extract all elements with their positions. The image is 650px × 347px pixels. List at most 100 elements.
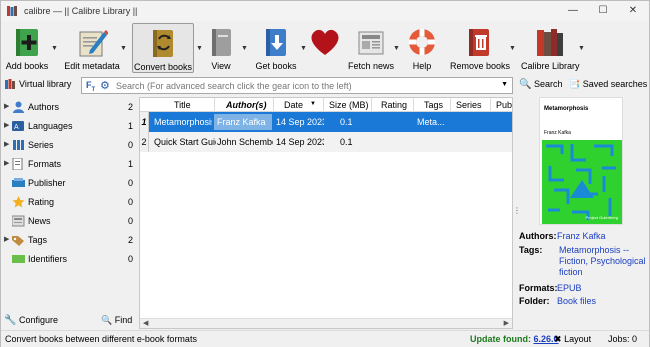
tag-browser-item-rating[interactable]: Rating 0 — [1, 194, 137, 212]
tag-browser-item-news[interactable]: News 0 — [1, 213, 137, 231]
cell-size[interactable]: 0.1 — [340, 137, 370, 147]
remove-books-button[interactable]: Remove books — [450, 23, 510, 73]
edit-metadata-button[interactable]: Edit metadata — [63, 23, 121, 73]
convert-books-icon — [153, 30, 173, 57]
column-header-series[interactable]: Series — [456, 100, 482, 110]
book-list-table[interactable]: Title Author(s) Date ▼ Size (MB) Rating … — [139, 97, 513, 329]
convert-books-button[interactable]: Convert books — [132, 23, 194, 73]
tag-item-count: 0 — [127, 254, 133, 264]
jobs-indicator[interactable]: Jobs: 0 — [608, 334, 637, 344]
add-books-dropdown-arrow[interactable]: ▼ — [51, 45, 58, 52]
column-header-rating[interactable]: Rating — [381, 100, 407, 110]
expand-arrow-icon[interactable]: ▶ — [4, 121, 9, 129]
cover-art — [542, 140, 622, 224]
full-text-search-icon[interactable]: FT — [86, 80, 95, 93]
detail-authors: Authors:Franz Kafka — [519, 231, 606, 241]
tag-browser-item-formats[interactable]: ▶ Formats 1 — [1, 156, 137, 174]
close-button[interactable]: ✕ — [619, 3, 647, 19]
maximize-button[interactable]: ☐ — [589, 3, 617, 19]
column-divider[interactable] — [450, 98, 451, 112]
column-header-date[interactable]: Date — [284, 100, 303, 110]
column-divider[interactable] — [273, 98, 274, 112]
view-dropdown-arrow[interactable]: ▼ — [241, 45, 248, 52]
minimize-button[interactable]: — — [559, 3, 587, 19]
book-cover[interactable]: Metamorphosis Franz Kafka Project Gutenb… — [539, 97, 623, 225]
tag-item-label: Formats — [28, 159, 62, 169]
fetch-news-dropdown-arrow[interactable]: ▼ — [393, 45, 400, 52]
column-divider[interactable] — [214, 98, 215, 112]
author-link[interactable]: Franz Kafka — [557, 231, 606, 241]
view-button[interactable]: View — [204, 23, 238, 73]
cell-title[interactable]: Metamorphosis — [154, 117, 212, 127]
scroll-right-icon[interactable]: ▶ — [504, 319, 509, 327]
search-button[interactable]: 🔍 Search — [519, 79, 563, 90]
expand-arrow-icon[interactable]: ▶ — [4, 159, 9, 167]
configure-button[interactable]: 🔧 Configure — [4, 315, 58, 326]
status-bar: Convert books between different e-book f… — [1, 330, 649, 347]
edit-metadata-label: Edit metadata — [64, 61, 120, 71]
column-divider[interactable] — [490, 98, 491, 112]
calibre-library-dropdown-arrow[interactable]: ▼ — [578, 45, 585, 52]
column-header-size[interactable]: Size (MB) — [329, 100, 369, 110]
cell-date[interactable]: 14 Sep 2023 — [276, 117, 324, 127]
calibre-library-button[interactable]: Calibre Library — [521, 23, 580, 73]
remove-books-dropdown-arrow[interactable]: ▼ — [509, 45, 516, 52]
help-button[interactable]: Help — [404, 23, 440, 73]
layout-icon: ✖ — [554, 334, 562, 344]
saved-searches-button[interactable]: 📑 Saved searches — [569, 79, 647, 90]
column-divider[interactable] — [371, 98, 372, 112]
find-button[interactable]: 🔍 Find — [101, 315, 132, 326]
cell-size[interactable]: 0.1 — [340, 117, 370, 127]
expand-arrow-icon[interactable]: ▶ — [4, 235, 9, 243]
layout-button[interactable]: ✖ Layout — [554, 334, 591, 345]
cell-title[interactable]: Quick Start Guide — [154, 137, 216, 147]
table-row[interactable]: 1 Metamorphosis Franz Kafka 14 Sep 2023 … — [140, 112, 512, 132]
gear-icon[interactable]: ⚙ — [100, 79, 110, 92]
scroll-left-icon[interactable]: ◀ — [143, 319, 148, 327]
column-divider[interactable] — [413, 98, 414, 112]
expand-arrow-icon[interactable]: ▶ — [4, 102, 9, 110]
virtual-library-button[interactable]: Virtual library — [5, 79, 71, 89]
cell-date[interactable]: 14 Sep 2023 — [276, 137, 324, 147]
column-header-publisher[interactable]: Pub — [496, 100, 512, 110]
format-link[interactable]: EPUB — [557, 283, 582, 293]
formats-icon — [12, 158, 23, 170]
row-number[interactable]: 2 — [140, 132, 149, 152]
tags-link[interactable]: Metamorphosis -- Fiction, Psychological … — [559, 245, 647, 278]
cell-author[interactable]: John Schember — [217, 137, 273, 147]
search-input[interactable]: FT ⚙ Search (For advanced search click t… — [81, 77, 513, 94]
add-books-button[interactable]: Add books — [5, 23, 49, 73]
donate-button[interactable] — [307, 23, 343, 73]
tag-browser-item-series[interactable]: ▶ Series 0 — [1, 137, 137, 155]
convert-books-dropdown-arrow[interactable]: ▼ — [196, 45, 203, 52]
folder-link[interactable]: Book files — [557, 296, 596, 306]
search-history-dropdown[interactable]: ▼ — [501, 81, 508, 88]
news-icon — [12, 215, 25, 227]
tag-item-label: Identifiers — [28, 254, 68, 264]
row-number[interactable]: 1 — [140, 112, 149, 132]
tag-browser-item-authors[interactable]: ▶ Authors 2 — [1, 99, 137, 117]
tag-item-count: 0 — [127, 197, 133, 207]
cell-author[interactable]: Franz Kafka — [217, 117, 273, 127]
tag-browser-item-tags[interactable]: ▶ Tags 2 — [1, 232, 137, 250]
tag-browser-item-publisher[interactable]: Publisher 0 — [1, 175, 137, 193]
edit-metadata-icon — [79, 30, 108, 57]
tag-browser-item-languages[interactable]: ▶ A Languages 1 — [1, 118, 137, 136]
column-header-authors[interactable]: Author(s) — [226, 100, 267, 110]
search-bar: Virtual library FT ⚙ Search (For advance… — [1, 77, 649, 95]
table-row[interactable]: 2 Quick Start Guide John Schember 14 Sep… — [140, 132, 512, 152]
get-books-dropdown-arrow[interactable]: ▼ — [300, 45, 307, 52]
cell-tags[interactable]: Meta... — [417, 117, 449, 127]
expand-arrow-icon[interactable]: ▶ — [4, 140, 9, 148]
horizontal-scrollbar[interactable]: ◀ ▶ — [140, 318, 512, 328]
column-divider[interactable] — [323, 98, 324, 112]
column-header-title[interactable]: Title — [174, 100, 191, 110]
heart-icon — [311, 29, 339, 55]
tag-item-count: 0 — [127, 216, 133, 226]
column-header-tags[interactable]: Tags — [424, 100, 443, 110]
edit-metadata-dropdown-arrow[interactable]: ▼ — [120, 45, 127, 52]
tag-item-label: News — [28, 216, 51, 226]
get-books-button[interactable]: Get books — [255, 23, 297, 73]
fetch-news-button[interactable]: Fetch news — [347, 23, 395, 73]
tag-browser-item-identifiers[interactable]: Identifiers 0 — [1, 251, 137, 269]
